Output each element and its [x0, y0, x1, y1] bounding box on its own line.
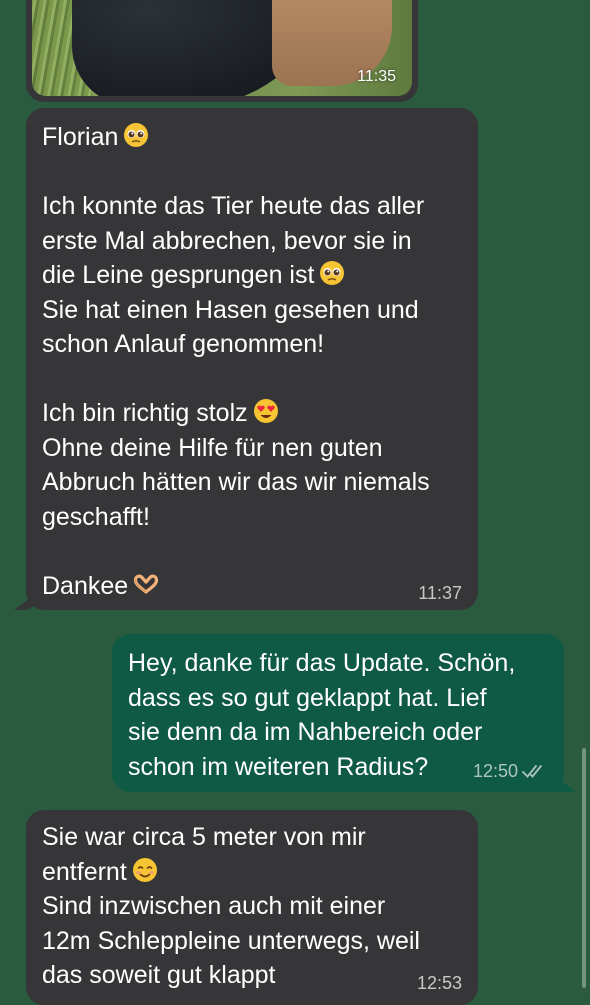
pleading-face-emoji-icon [320, 261, 345, 285]
smiling-face-emoji-icon [132, 857, 157, 882]
message-text: Florian Ich konnte das Tier heute das al… [42, 123, 430, 600]
message-time: 12:53 [416, 973, 462, 993]
bubble-tail [552, 774, 576, 792]
outgoing-message-bubble[interactable]: Hey, danke für das Update. Schön, dass e… [112, 634, 576, 792]
image-message-bubble[interactable]: 11:35 [26, 0, 418, 102]
incoming-message-bubble[interactable]: Sie war circa 5 meter von mir entfernt S… [26, 810, 478, 1005]
chat-view: 11:35 Florian Ich konnte das Tier heute … [0, 0, 590, 1005]
message-time: 12:50 [472, 761, 518, 781]
message-text: Sie war circa 5 meter von mir entfernt S… [42, 823, 420, 989]
heart-eyes-emoji-icon [253, 399, 278, 423]
double-check-icon [522, 765, 542, 778]
heart-hands-emoji-icon [134, 574, 159, 594]
pleading-face-emoji-icon [124, 123, 149, 147]
message-time: 11:35 [357, 68, 396, 85]
scrollbar[interactable] [582, 748, 586, 988]
message-time: 11:37 [418, 583, 462, 603]
photo-thumbnail[interactable]: 11:35 [32, 0, 412, 96]
incoming-message-bubble[interactable]: Florian Ich konnte das Tier heute das al… [14, 108, 478, 610]
bubble-tail [14, 592, 38, 610]
